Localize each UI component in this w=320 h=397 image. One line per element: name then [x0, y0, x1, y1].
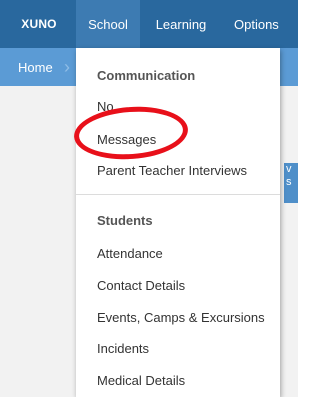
- section-header-communication: Communication: [97, 68, 196, 83]
- menu-item-incidents[interactable]: Incidents: [97, 341, 149, 356]
- menu-divider: [76, 194, 280, 195]
- page-content-background-right: [280, 86, 298, 397]
- menu-item-medical-details[interactable]: Medical Details: [97, 373, 185, 388]
- side-panel-tab[interactable]: v s: [284, 163, 298, 203]
- section-header-students: Students: [97, 213, 153, 228]
- app-logo[interactable]: XUNO: [8, 0, 70, 48]
- top-navbar: XUNO School Learning Options: [0, 0, 298, 48]
- tab-options[interactable]: Options: [226, 0, 298, 48]
- menu-item-parent-teacher-interviews[interactable]: Parent Teacher Interviews: [97, 163, 247, 178]
- menu-item-events-camps-excursions[interactable]: Events, Camps & Excursions: [97, 310, 265, 325]
- menu-item-contact-details[interactable]: Contact Details: [97, 278, 185, 293]
- menu-item-attendance[interactable]: Attendance: [97, 246, 163, 261]
- tab-learning[interactable]: Learning: [146, 0, 216, 48]
- page-content-background: [0, 86, 76, 397]
- school-dropdown-menu: Communication No Messages Parent Teacher…: [76, 48, 280, 397]
- breadcrumb-home[interactable]: Home: [18, 48, 53, 86]
- tab-school[interactable]: School: [76, 0, 140, 48]
- chevron-right-icon: ›: [64, 57, 70, 77]
